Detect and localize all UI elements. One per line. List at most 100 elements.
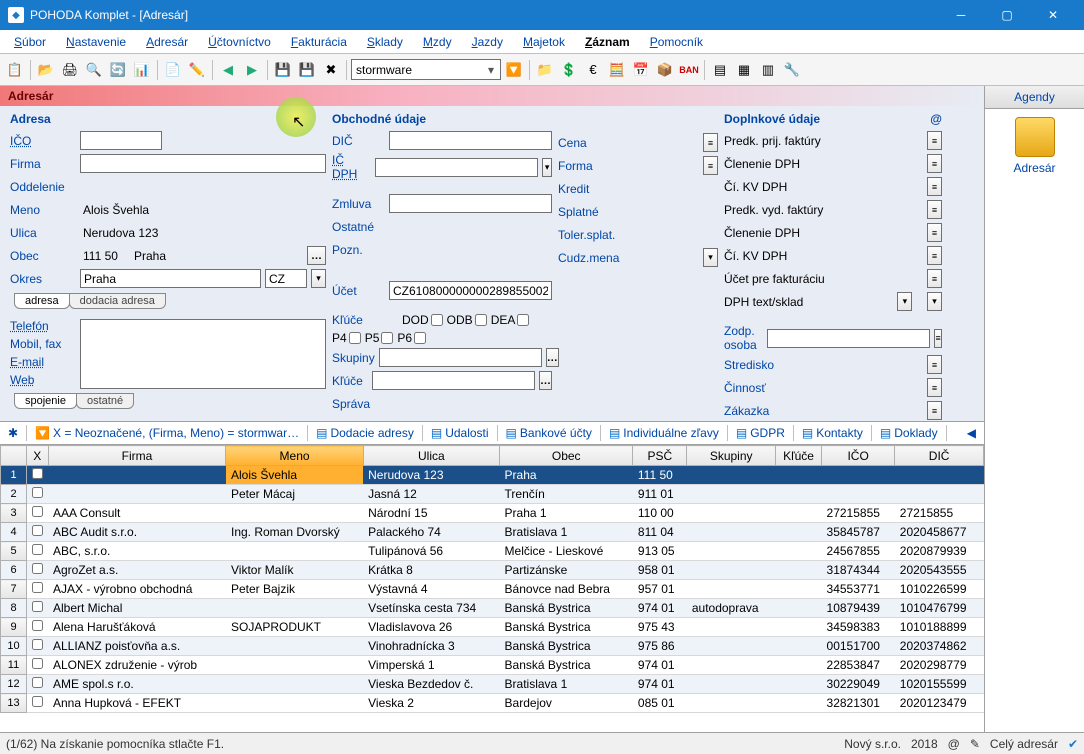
- dopl-dd4[interactable]: ≡: [927, 200, 942, 219]
- toolbar-save-icon[interactable]: 💾: [272, 59, 294, 81]
- tab-kontakty[interactable]: ▤ Kontakty: [796, 423, 869, 443]
- col-Meno[interactable]: Meno: [226, 446, 363, 466]
- toolbar-v1-icon[interactable]: ▤: [709, 59, 731, 81]
- obec-lookup-button[interactable]: …: [307, 246, 326, 265]
- col-Skupiny[interactable]: Skupiny: [687, 446, 776, 466]
- cinnost-dd[interactable]: ≡: [927, 378, 942, 397]
- menu-adresár[interactable]: Adresár: [136, 32, 198, 52]
- kluce2-input[interactable]: [372, 371, 535, 390]
- toolbar-cal-icon[interactable]: 📅: [630, 59, 652, 81]
- krajina-input[interactable]: [265, 269, 307, 288]
- menu-účtovníctvo[interactable]: Účtovníctvo: [198, 32, 281, 52]
- tab-adresa[interactable]: adresa: [14, 293, 70, 309]
- ucet-input[interactable]: [389, 281, 552, 300]
- skupiny-lookup[interactable]: …: [546, 348, 559, 367]
- tab-filter-star[interactable]: ✱: [2, 423, 24, 443]
- toolbar-stock-icon[interactable]: 📦: [654, 59, 676, 81]
- zmluva-input[interactable]: [389, 194, 552, 213]
- firma-input[interactable]: [80, 154, 326, 173]
- dopl-dd8b[interactable]: ▾: [927, 292, 942, 311]
- dopl-dd7[interactable]: ≡: [927, 269, 942, 288]
- table-row[interactable]: 3AAA ConsultNárodní 15Praha 1110 0027215…: [1, 504, 984, 523]
- status-at-icon[interactable]: @: [948, 737, 960, 751]
- toolbar-fwd-icon[interactable]: ▶: [241, 59, 263, 81]
- tab-dodacia-adresa[interactable]: dodacia adresa: [69, 293, 166, 309]
- tab-udalosti[interactable]: ▤ Udalosti: [425, 423, 495, 443]
- toolbar-search-combo[interactable]: ▾: [351, 59, 501, 80]
- table-row[interactable]: 8Albert MichalVsetínska cesta 734Banská …: [1, 599, 984, 618]
- col-PSČ[interactable]: PSČ: [633, 446, 687, 466]
- skupiny-input[interactable]: [379, 348, 542, 367]
- table-row[interactable]: 7AJAX - výrobno obchodnáPeter BajzikVýst…: [1, 580, 984, 599]
- toolbar-filter-icon[interactable]: 🔽: [503, 59, 525, 81]
- toolbar-newrec-icon[interactable]: 📄: [162, 59, 184, 81]
- menu-sklady[interactable]: Sklady: [357, 32, 413, 52]
- icdph-dropdown[interactable]: ▾: [542, 158, 552, 177]
- toolbar-new-icon[interactable]: 📋: [4, 59, 26, 81]
- dopl-dd3[interactable]: ≡: [927, 177, 942, 196]
- ico-input[interactable]: [80, 131, 162, 150]
- chk-dea[interactable]: DEA: [491, 313, 530, 327]
- toolbar-set-icon[interactable]: 🔧: [781, 59, 803, 81]
- toolbar-cancel-icon[interactable]: ✖: [320, 59, 342, 81]
- menu-fakturácia[interactable]: Fakturácia: [281, 32, 357, 52]
- close-button[interactable]: ✕: [1030, 0, 1076, 30]
- toolbar-print-icon[interactable]: 🖨: [59, 59, 81, 81]
- chk-p4[interactable]: P4: [332, 331, 361, 345]
- data-grid[interactable]: XFirmaMenoUlicaObecPSČSkupinyKľúčeIČODIČ…: [0, 445, 984, 732]
- side-item-adresar[interactable]: Adresár: [985, 109, 1084, 183]
- toolbar-save2-icon[interactable]: 💾: [296, 59, 318, 81]
- col-Firma[interactable]: Firma: [48, 446, 226, 466]
- dopl-dd8a[interactable]: ▾: [897, 292, 912, 311]
- dopl-dd6[interactable]: ≡: [927, 246, 942, 265]
- dopl-dd5[interactable]: ≡: [927, 223, 942, 242]
- okres-input[interactable]: [80, 269, 261, 288]
- kluce2-lookup[interactable]: …: [539, 371, 552, 390]
- tab-spojenie[interactable]: spojenie: [14, 393, 77, 409]
- chk-odb[interactable]: ODB: [447, 313, 487, 327]
- table-row[interactable]: 11ALONEX združenie - výrobVimperská 1Ban…: [1, 656, 984, 675]
- toolbar-edit-icon[interactable]: ✏️: [186, 59, 208, 81]
- toolbar-eur-icon[interactable]: €: [582, 59, 604, 81]
- chk-p6[interactable]: P6: [397, 331, 426, 345]
- menu-záznam[interactable]: Záznam: [575, 32, 640, 52]
- maximize-button[interactable]: ▢: [984, 0, 1030, 30]
- dopl-dd2[interactable]: ≡: [927, 154, 942, 173]
- toolbar-open-icon[interactable]: 📂: [35, 59, 57, 81]
- at-icon[interactable]: @: [930, 112, 942, 126]
- table-row[interactable]: 12AME spol.s r.o.Vieska Bezdedov č.Brati…: [1, 675, 984, 694]
- toolbar-calc-icon[interactable]: 🧮: [606, 59, 628, 81]
- toolbar-v2-icon[interactable]: ▦: [733, 59, 755, 81]
- toolbar-export-icon[interactable]: 📊: [131, 59, 153, 81]
- toolbar-v3-icon[interactable]: ▥: [757, 59, 779, 81]
- col-Kľúče[interactable]: Kľúče: [775, 446, 821, 466]
- dic-input[interactable]: [389, 131, 552, 150]
- menu-súbor[interactable]: Súbor: [4, 32, 56, 52]
- dopl-dd1[interactable]: ≡: [927, 131, 942, 150]
- forma-dd[interactable]: ≡: [703, 156, 718, 175]
- toolbar-folder-icon[interactable]: 📁: [534, 59, 556, 81]
- menu-mzdy[interactable]: Mzdy: [413, 32, 462, 52]
- tab-bankové-účty[interactable]: ▤ Bankové účty: [500, 423, 598, 443]
- minimize-button[interactable]: ─: [938, 0, 984, 30]
- col-DIČ[interactable]: DIČ: [895, 446, 984, 466]
- zodp-input[interactable]: [767, 329, 930, 348]
- tab-ostatne[interactable]: ostatné: [76, 393, 134, 409]
- table-row[interactable]: 1Alois ŠvehlaNerudova 123Praha111 50: [1, 466, 984, 485]
- toolbar-back-icon[interactable]: ◀: [217, 59, 239, 81]
- col-Ulica[interactable]: Ulica: [363, 446, 499, 466]
- krajina-dropdown[interactable]: ▾: [311, 269, 326, 288]
- menu-nastavenie[interactable]: Nastavenie: [56, 32, 136, 52]
- icdph-input[interactable]: [375, 158, 538, 177]
- cena-dd[interactable]: ≡: [703, 133, 718, 152]
- toolbar-search-input[interactable]: [354, 63, 484, 77]
- chk-dod[interactable]: DOD: [402, 313, 443, 327]
- kontakt-textarea[interactable]: [80, 319, 326, 389]
- tab-scroll-left[interactable]: ◀: [961, 423, 982, 443]
- table-row[interactable]: 2Peter MácajJasná 12Trenčín911 01: [1, 485, 984, 504]
- stredisko-dd[interactable]: ≡: [927, 355, 942, 374]
- tab-gdpr[interactable]: ▤ GDPR: [730, 423, 791, 443]
- table-row[interactable]: 13Anna Hupková - EFEKTVieska 2Bardejov08…: [1, 694, 984, 713]
- table-row[interactable]: 6AgroZet a.s.Viktor MalíkKrátka 8Partizá…: [1, 561, 984, 580]
- table-row[interactable]: 10ALLIANZ poisťovňa a.s.Vinohradnícka 3B…: [1, 637, 984, 656]
